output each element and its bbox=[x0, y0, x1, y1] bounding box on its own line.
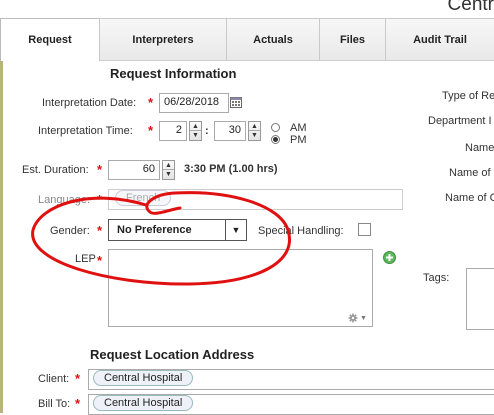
app-title: Centr bbox=[447, 0, 494, 15]
top-bar bbox=[0, 0, 494, 18]
gear-icon[interactable]: ▼ bbox=[348, 313, 370, 323]
special-handling-checkbox[interactable] bbox=[358, 223, 371, 236]
tab-request[interactable]: Request bbox=[0, 18, 100, 61]
client-chip[interactable]: Central Hospital bbox=[93, 370, 194, 386]
bill-to-input[interactable]: Central Hospital bbox=[88, 394, 494, 415]
language-label: Language: bbox=[38, 194, 90, 206]
required-marker: * bbox=[148, 123, 154, 138]
calendar-icon[interactable] bbox=[230, 96, 242, 108]
duration-result: 3:30 PM (1.00 hrs) bbox=[184, 163, 278, 175]
tab-files[interactable]: Files bbox=[319, 18, 386, 60]
tab-interpreters[interactable]: Interpreters bbox=[99, 18, 227, 60]
pm-label: PM bbox=[290, 134, 307, 146]
tab-audit-trail[interactable]: Audit Trail bbox=[385, 18, 494, 60]
lep-label: LEP bbox=[75, 253, 96, 265]
minute-input[interactable]: 30 bbox=[214, 121, 246, 141]
name-label: Name bbox=[465, 142, 494, 154]
type-of-request-label: Type of Re bbox=[442, 90, 494, 102]
required-marker: * bbox=[97, 223, 103, 238]
duration-spinner[interactable]: ▲ ▼ bbox=[162, 160, 175, 180]
required-marker: * bbox=[75, 396, 81, 411]
hour-input[interactable]: 2 bbox=[159, 121, 187, 141]
bill-to-chip[interactable]: Central Hospital bbox=[93, 395, 194, 411]
special-handling-label: Special Handling: bbox=[258, 225, 344, 237]
required-marker: * bbox=[75, 371, 81, 386]
pm-radio[interactable] bbox=[271, 135, 280, 144]
gender-label: Gender: bbox=[50, 225, 90, 237]
am-radio[interactable] bbox=[271, 123, 280, 132]
hour-spinner[interactable]: ▲ ▼ bbox=[189, 121, 202, 141]
left-accent-bar bbox=[0, 61, 3, 413]
time-separator: : bbox=[205, 125, 209, 137]
bill-to-label: Bill To: bbox=[38, 398, 71, 410]
request-information-title: Request Information bbox=[110, 66, 237, 81]
tags-input[interactable] bbox=[466, 268, 494, 330]
department-label: Department I bbox=[428, 115, 492, 127]
name-of-c-label: Name of C bbox=[445, 192, 494, 204]
am-label: AM bbox=[290, 122, 307, 134]
required-marker: * bbox=[97, 192, 103, 207]
lep-textarea[interactable] bbox=[108, 249, 373, 327]
language-chip[interactable]: French bbox=[115, 190, 172, 206]
gender-value: No Preference bbox=[117, 224, 192, 236]
interpretation-time-label: Interpretation Time: bbox=[38, 125, 133, 137]
gender-select[interactable]: No Preference ▼ bbox=[108, 219, 247, 241]
interpretation-date-input[interactable]: 06/28/2018 bbox=[159, 93, 229, 113]
interpretation-date-label: Interpretation Date: bbox=[42, 97, 137, 109]
request-location-title: Request Location Address bbox=[90, 347, 255, 362]
minute-spinner[interactable]: ▲ ▼ bbox=[248, 121, 261, 141]
language-input[interactable]: French bbox=[108, 189, 403, 210]
tags-label: Tags: bbox=[423, 272, 450, 284]
client-input[interactable]: Central Hospital bbox=[88, 369, 494, 390]
required-marker: * bbox=[97, 162, 103, 177]
required-marker: * bbox=[148, 95, 154, 110]
chevron-down-icon[interactable]: ▼ bbox=[225, 220, 246, 240]
add-icon[interactable] bbox=[383, 251, 396, 264]
required-marker: * bbox=[97, 253, 103, 268]
client-label: Client: bbox=[38, 373, 70, 385]
est-duration-input[interactable]: 60 bbox=[108, 160, 160, 180]
name-of-label: Name of bbox=[449, 167, 491, 179]
est-duration-label: Est. Duration: bbox=[22, 164, 89, 176]
tab-actuals[interactable]: Actuals bbox=[226, 18, 320, 60]
